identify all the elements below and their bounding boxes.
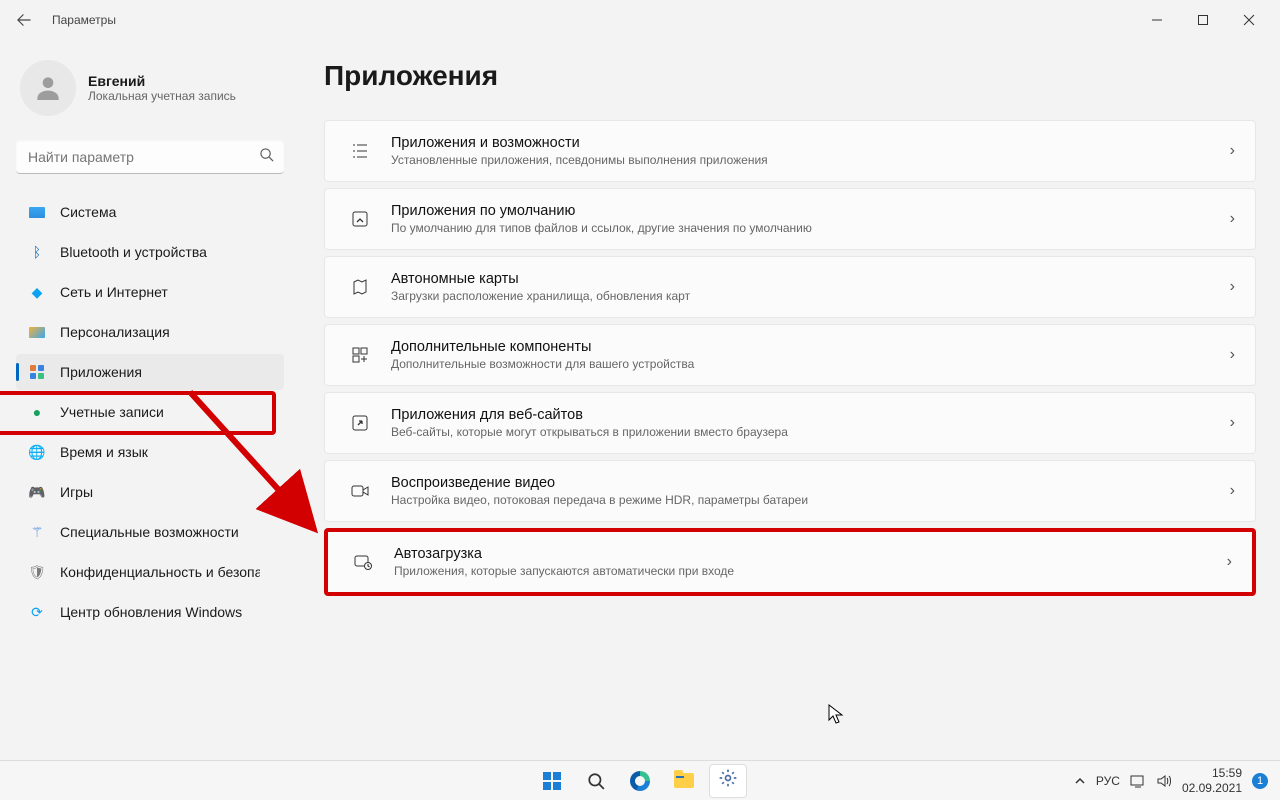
folder-icon <box>674 773 694 788</box>
maximize-button[interactable] <box>1180 4 1226 36</box>
profile-block[interactable]: Евгений Локальная учетная запись <box>16 60 284 116</box>
titlebar: Параметры <box>0 0 1280 40</box>
lang-indicator[interactable]: РУС <box>1096 774 1120 788</box>
avatar <box>20 60 76 116</box>
edge-icon <box>630 771 650 791</box>
card-offline-maps[interactable]: Автономные картыЗагрузки расположение хр… <box>324 256 1256 318</box>
wifi-icon: ◆ <box>28 283 46 301</box>
list-icon <box>349 140 371 162</box>
notification-badge[interactable]: 1 <box>1252 773 1268 789</box>
link-icon <box>349 412 371 434</box>
nav-item-personalization[interactable]: Персонализация <box>16 314 284 350</box>
volume-icon[interactable] <box>1156 774 1172 788</box>
windows-icon <box>543 772 561 790</box>
system-icon <box>28 203 46 221</box>
card-default-apps[interactable]: Приложения по умолчаниюПо умолчанию для … <box>324 188 1256 250</box>
page-title: Приложения <box>324 60 1256 92</box>
nav-item-privacy[interactable]: 🛡Конфиденциальность и безопасность <box>16 554 284 590</box>
tray-chevron[interactable] <box>1074 775 1086 787</box>
search-input[interactable] <box>16 140 284 174</box>
nav-item-apps[interactable]: Приложения <box>16 354 284 390</box>
taskbar-settings[interactable] <box>709 764 747 798</box>
chevron-right-icon: › <box>1230 142 1235 160</box>
nav-item-gaming[interactable]: 🎮Игры <box>16 474 284 510</box>
search-box[interactable] <box>16 140 284 174</box>
annotation-highlight-nav <box>0 391 276 435</box>
arrow-left-icon <box>17 13 31 27</box>
cursor-icon <box>828 704 844 729</box>
search-icon <box>587 772 605 790</box>
card-optional-features[interactable]: Дополнительные компонентыДополнительные … <box>324 324 1256 386</box>
startup-icon <box>352 551 374 573</box>
chevron-right-icon: › <box>1227 553 1232 571</box>
bluetooth-icon: ᛒ <box>28 243 46 261</box>
accessibility-icon: ⚚ <box>28 523 46 541</box>
gamepad-icon: 🎮 <box>28 483 46 501</box>
video-icon <box>349 480 371 502</box>
nav-item-network[interactable]: ◆Сеть и Интернет <box>16 274 284 310</box>
nav-item-update[interactable]: ⟳Центр обновления Windows <box>16 594 284 630</box>
nav-item-accessibility[interactable]: ⚚Специальные возможности <box>16 514 284 550</box>
taskbar-explorer[interactable] <box>665 764 703 798</box>
chevron-right-icon: › <box>1230 414 1235 432</box>
default-icon <box>349 208 371 230</box>
card-apps-websites[interactable]: Приложения для веб-сайтовВеб-сайты, кото… <box>324 392 1256 454</box>
profile-sub: Локальная учетная запись <box>88 89 236 103</box>
taskbar: РУС 15:59 02.09.2021 1 <box>0 760 1280 800</box>
profile-name: Евгений <box>88 73 236 89</box>
network-icon[interactable] <box>1130 774 1146 788</box>
nav-item-bluetooth[interactable]: ᛒBluetooth и устройства <box>16 234 284 270</box>
sidebar: Евгений Локальная учетная запись Система… <box>0 40 300 760</box>
update-icon: ⟳ <box>28 603 46 621</box>
nav-item-time[interactable]: 🌐Время и язык <box>16 434 284 470</box>
card-video-playback[interactable]: Воспроизведение видеоНастройка видео, по… <box>324 460 1256 522</box>
card-apps-features[interactable]: Приложения и возможностиУстановленные пр… <box>324 120 1256 182</box>
window-title: Параметры <box>52 13 116 27</box>
apps-icon <box>28 363 46 381</box>
minimize-button[interactable] <box>1134 4 1180 36</box>
components-icon <box>349 344 371 366</box>
back-button[interactable] <box>8 4 40 36</box>
card-startup[interactable]: АвтозагрузкаПриложения, которые запускаю… <box>324 528 1256 596</box>
gear-icon <box>718 768 738 793</box>
chevron-right-icon: › <box>1230 346 1235 364</box>
map-icon <box>349 276 371 298</box>
chevron-right-icon: › <box>1230 482 1235 500</box>
start-button[interactable] <box>533 764 571 798</box>
chevron-right-icon: › <box>1230 278 1235 296</box>
search-icon <box>259 147 274 167</box>
brush-icon <box>28 323 46 341</box>
taskbar-edge[interactable] <box>621 764 659 798</box>
main-content: Приложения Приложения и возможностиУстан… <box>300 40 1280 760</box>
globe-icon: 🌐 <box>28 443 46 461</box>
clock[interactable]: 15:59 02.09.2021 <box>1182 766 1242 795</box>
nav-item-system[interactable]: Система <box>16 194 284 230</box>
close-button[interactable] <box>1226 4 1272 36</box>
chevron-right-icon: › <box>1230 210 1235 228</box>
taskbar-search[interactable] <box>577 764 615 798</box>
shield-icon: 🛡 <box>28 563 46 581</box>
person-icon <box>32 72 64 104</box>
